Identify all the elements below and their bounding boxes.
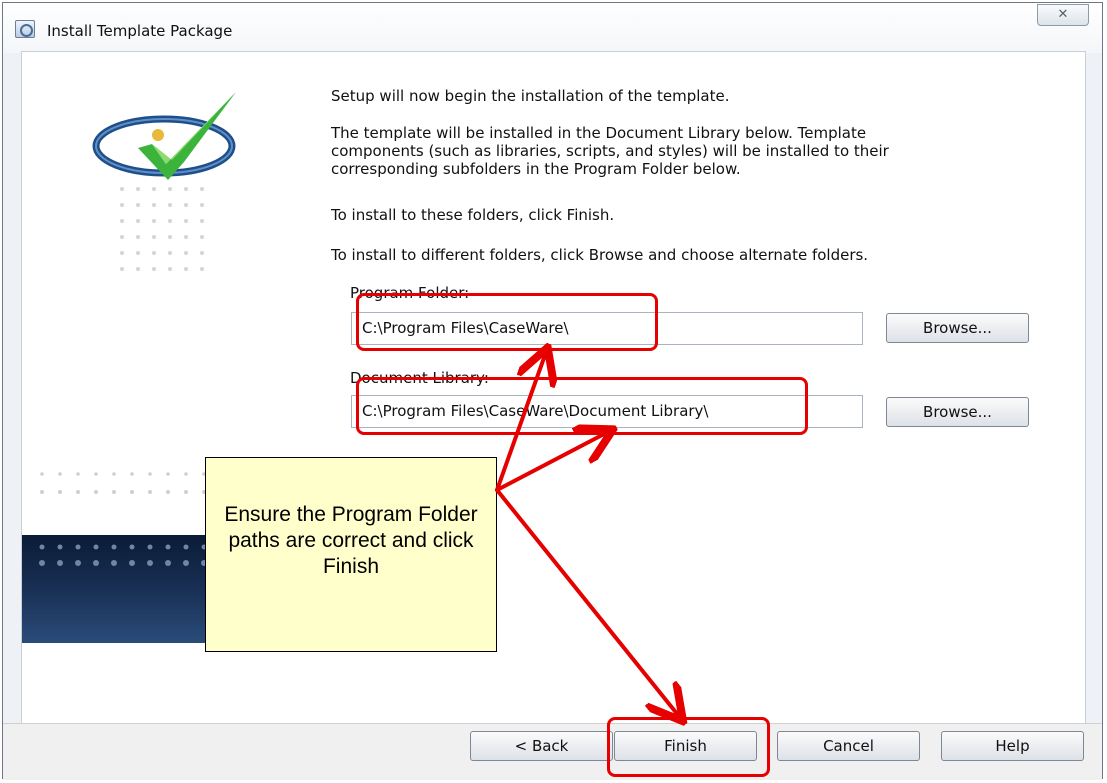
- window-title: Install Template Package: [47, 22, 233, 40]
- instruction-callout: Ensure the Program Folder paths are corr…: [205, 457, 497, 652]
- checkmark-logo-icon: [92, 92, 236, 180]
- intro-line-1: Setup will now begin the installation of…: [331, 87, 730, 105]
- app-window-icon: [15, 20, 35, 38]
- back-button[interactable]: < Back: [470, 731, 613, 761]
- program-folder-browse-button[interactable]: Browse...: [886, 313, 1029, 343]
- intro-line-4: corresponding subfolders in the Program …: [331, 160, 741, 178]
- intro-line-6: To install to different folders, click B…: [331, 246, 869, 264]
- title-bar: Install Template Package ✕: [3, 3, 1102, 53]
- program-folder-highlight: [356, 293, 658, 351]
- finish-button-highlight: [607, 717, 770, 777]
- help-button[interactable]: Help: [941, 731, 1084, 761]
- document-library-highlight: [356, 377, 808, 435]
- decorative-dot-grid: [120, 187, 204, 271]
- callout-text: Ensure the Program Folder paths are corr…: [224, 503, 478, 578]
- close-button[interactable]: ✕: [1037, 4, 1089, 26]
- decorative-band-dots: [39, 472, 207, 566]
- document-library-browse-button[interactable]: Browse...: [886, 397, 1029, 427]
- close-icon: ✕: [1057, 7, 1069, 22]
- intro-line-3: components (such as libraries, scripts, …: [331, 142, 889, 160]
- intro-line-5: To install to these folders, click Finis…: [331, 206, 615, 224]
- cancel-button[interactable]: Cancel: [777, 731, 920, 761]
- intro-line-2: The template will be installed in the Do…: [331, 124, 867, 142]
